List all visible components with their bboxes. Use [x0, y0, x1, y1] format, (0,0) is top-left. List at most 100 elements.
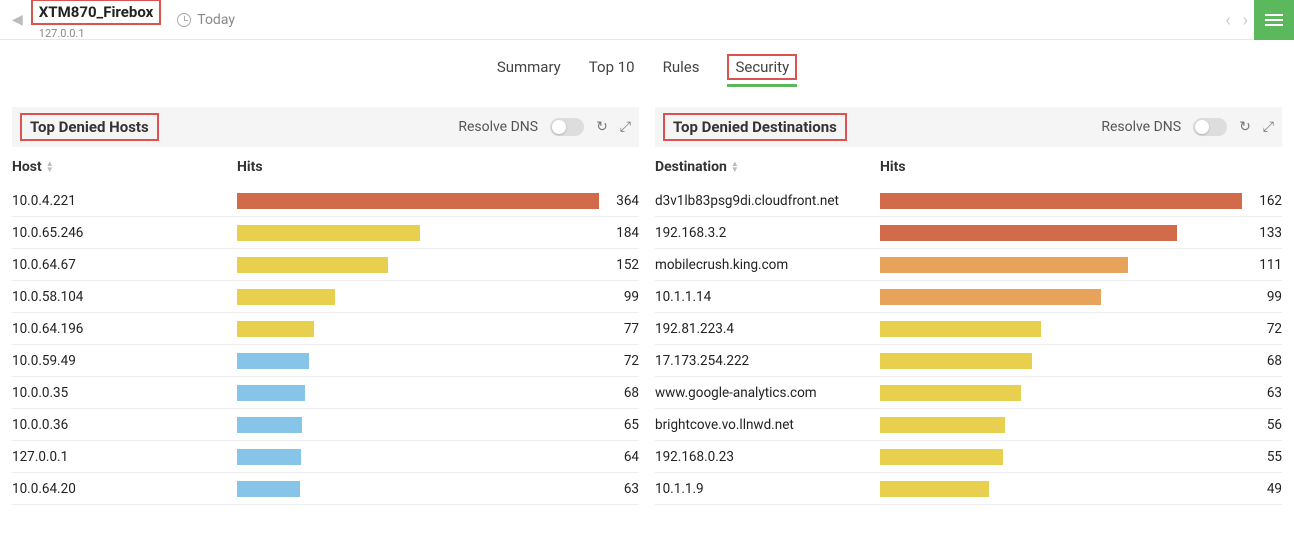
row-bar	[880, 481, 1242, 497]
rows-hosts: 10.0.4.221364 10.0.65.246 184 10.0.64.67 152…	[12, 185, 639, 505]
page-prev-icon[interactable]: ‹	[1219, 10, 1236, 31]
clock-icon	[177, 13, 191, 27]
table-row[interactable]: mobilecrush.king.com111	[655, 249, 1282, 281]
hamburger-icon	[1265, 19, 1283, 21]
table-row[interactable]: 127.0.0.164	[12, 441, 639, 473]
table-row[interactable]: 192.81.223.4 72	[655, 313, 1282, 345]
row-bar	[237, 225, 599, 241]
device-ip: 127.0.0.1	[39, 27, 161, 40]
tab-rules[interactable]: Rules	[663, 58, 700, 87]
row-name: 10.0.64.67	[12, 257, 237, 273]
table-row[interactable]: 192.168.3.2 133	[655, 217, 1282, 249]
row-value: 99	[599, 289, 639, 305]
row-value: 72	[599, 353, 639, 369]
row-bar	[880, 257, 1242, 273]
row-value: 152	[599, 257, 639, 273]
row-name: d3v1lb83psg9di.cloudfront.net	[655, 193, 880, 209]
table-row[interactable]: 10.0.65.246 184	[12, 217, 639, 249]
row-name: 10.1.1.9	[655, 481, 880, 497]
row-name: 10.0.4.221	[12, 193, 237, 209]
row-value: 72	[1242, 321, 1282, 337]
table-row[interactable]: 10.1.1.1499	[655, 281, 1282, 313]
row-bar	[237, 481, 599, 497]
row-value: 111	[1242, 257, 1282, 273]
device-name[interactable]: XTM870_Firebox	[39, 3, 153, 21]
row-name: 127.0.0.1	[12, 449, 237, 465]
resolve-dns-toggle-hosts[interactable]	[550, 118, 584, 136]
columns-header-hosts: Host ▲▼ Hits	[12, 147, 639, 185]
row-value: 68	[1242, 353, 1282, 369]
row-name: 10.0.59.49	[12, 353, 237, 369]
column-hits-hosts[interactable]: Hits	[237, 159, 639, 175]
row-bar	[237, 417, 599, 433]
resolve-dns-toggle-dests[interactable]	[1193, 118, 1227, 136]
row-value: 133	[1242, 225, 1282, 241]
row-name: www.google-analytics.com	[655, 385, 880, 401]
row-name: 192.81.223.4	[655, 321, 880, 337]
table-row[interactable]: 10.0.58.10499	[12, 281, 639, 313]
refresh-icon[interactable]: ↻	[596, 119, 608, 135]
sort-icon: ▲▼	[731, 161, 739, 173]
row-value: 184	[599, 225, 639, 241]
row-bar	[237, 257, 599, 273]
table-row[interactable]: brightcove.vo.llnwd.net 56	[655, 409, 1282, 441]
table-row[interactable]: www.google-analytics.com63	[655, 377, 1282, 409]
row-value: 49	[1242, 481, 1282, 497]
row-name: brightcove.vo.llnwd.net	[655, 417, 880, 433]
panel-top-denied-hosts: Top Denied Hosts Resolve DNS ↻ ⤢ Host ▲▼…	[12, 107, 639, 505]
row-bar	[880, 417, 1242, 433]
row-bar	[237, 353, 599, 369]
table-row[interactable]: 10.1.1.9 49	[655, 473, 1282, 505]
tab-security-highlight: Security	[727, 54, 797, 80]
row-name: 10.0.65.246	[12, 225, 237, 241]
panel-title-hosts: Top Denied Hosts	[30, 118, 149, 136]
panel-controls-hosts: Resolve DNS ↻ ⤢	[458, 118, 631, 136]
device-title-container: XTM870_Firebox 127.0.0.1	[31, 0, 161, 40]
resolve-dns-label: Resolve DNS	[1101, 119, 1181, 135]
expand-icon[interactable]: ⤢	[1263, 119, 1274, 135]
table-row[interactable]: 10.0.59.49 72	[12, 345, 639, 377]
table-row[interactable]: 10.0.64.67 152	[12, 249, 639, 281]
panel-title-highlight: Top Denied Destinations	[663, 113, 847, 141]
row-bar	[880, 449, 1242, 465]
table-row[interactable]: d3v1lb83psg9di.cloudfront.net 162	[655, 185, 1282, 217]
row-bar	[237, 289, 599, 305]
row-value: 55	[1242, 449, 1282, 465]
row-name: 10.0.64.20	[12, 481, 237, 497]
tab-summary[interactable]: Summary	[497, 58, 561, 87]
table-row[interactable]: 10.0.64.2063	[12, 473, 639, 505]
table-row[interactable]: 10.0.0.3568	[12, 377, 639, 409]
table-row[interactable]: 10.0.0.36 65	[12, 409, 639, 441]
row-name: 192.168.3.2	[655, 225, 880, 241]
page-next-icon[interactable]: ›	[1237, 10, 1254, 31]
row-value: 162	[1242, 193, 1282, 209]
back-chevron-icon[interactable]: ◀	[8, 12, 27, 28]
row-bar	[237, 321, 599, 337]
row-name: 10.0.0.36	[12, 417, 237, 433]
panel-controls-dests: Resolve DNS ↻ ⤢	[1101, 118, 1274, 136]
column-destination[interactable]: Destination ▲▼	[655, 159, 880, 175]
tabs: Summary Top 10 Rules Security	[0, 40, 1294, 97]
device-name-highlight: XTM870_Firebox	[31, 0, 161, 25]
row-value: 65	[599, 417, 639, 433]
row-bar	[880, 289, 1242, 305]
table-row[interactable]: 10.0.64.19677	[12, 313, 639, 345]
tab-security[interactable]: Security	[727, 58, 797, 87]
refresh-icon[interactable]: ↻	[1239, 119, 1251, 135]
column-hits-dests[interactable]: Hits	[880, 159, 1282, 175]
main-menu-button[interactable]	[1254, 0, 1294, 40]
row-value: 68	[599, 385, 639, 401]
time-range-label: Today	[197, 12, 235, 28]
column-host[interactable]: Host ▲▼	[12, 159, 237, 175]
table-row[interactable]: 10.0.4.221364	[12, 185, 639, 217]
row-value: 56	[1242, 417, 1282, 433]
table-row[interactable]: 17.173.254.22268	[655, 345, 1282, 377]
rows-dests: d3v1lb83psg9di.cloudfront.net 162 192.168.…	[655, 185, 1282, 505]
row-bar	[237, 385, 599, 401]
expand-icon[interactable]: ⤢	[620, 119, 631, 135]
tab-security-label: Security	[735, 58, 789, 76]
time-range-selector[interactable]: Today	[177, 12, 235, 28]
column-host-label: Host	[12, 159, 42, 175]
tab-top10[interactable]: Top 10	[589, 58, 635, 87]
table-row[interactable]: 192.168.0.2355	[655, 441, 1282, 473]
